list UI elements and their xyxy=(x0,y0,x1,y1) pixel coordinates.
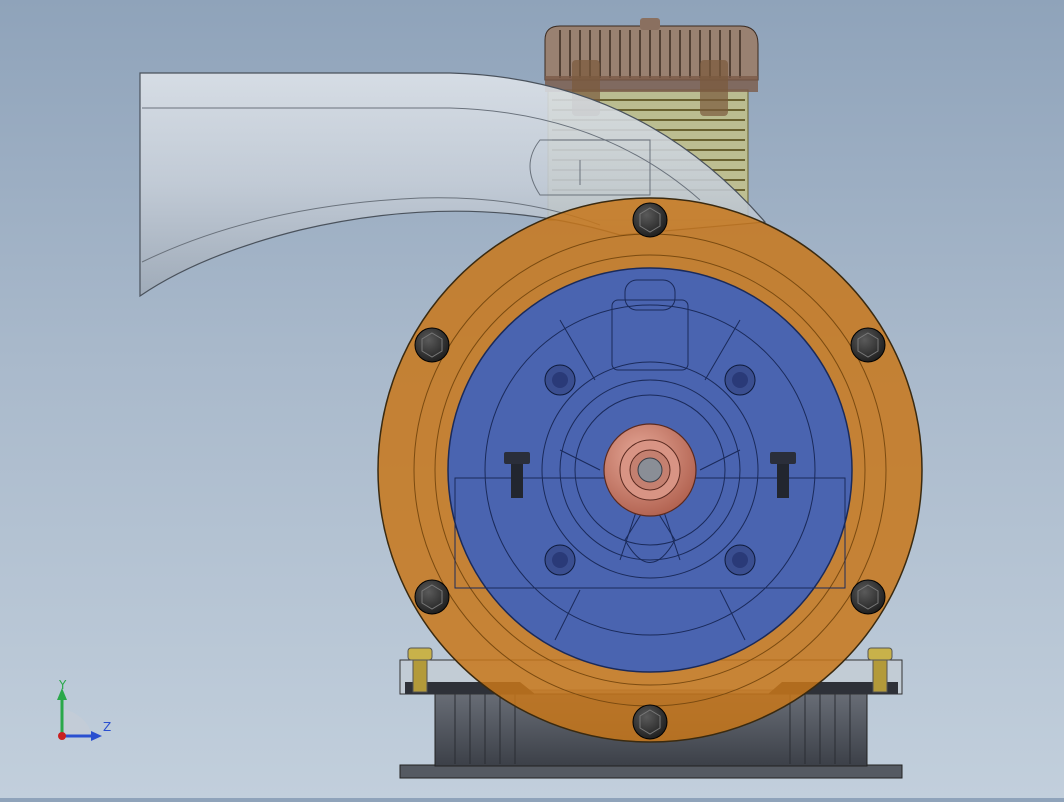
mount-hole-top-left-icon xyxy=(544,364,576,396)
mount-hole-top-right-icon xyxy=(724,364,756,396)
triad-y-label: Y xyxy=(59,678,67,692)
flange-bolt-top-icon xyxy=(632,202,668,238)
flange-bolt-upper-right-icon xyxy=(850,327,886,363)
engine-model-drawing xyxy=(139,18,923,779)
mount-hole-bottom-left-icon xyxy=(544,544,576,576)
reference-triad[interactable]: Y Z xyxy=(48,678,118,748)
triad-z-label: Z xyxy=(103,720,112,734)
flange-bolt-upper-left-icon xyxy=(414,327,450,363)
flange-bolt-lower-left-icon xyxy=(414,579,450,615)
crankshaft-hub xyxy=(603,423,697,517)
mount-hole-bottom-right-icon xyxy=(724,544,756,576)
flange-bolt-lower-right-icon xyxy=(850,579,886,615)
3d-viewport[interactable] xyxy=(0,0,1064,798)
flange-bolt-bottom-icon xyxy=(632,704,668,740)
